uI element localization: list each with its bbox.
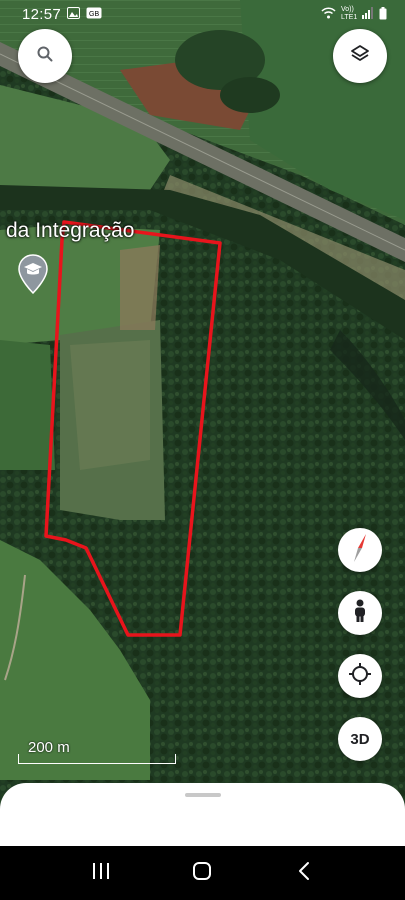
navigation-bar — [0, 846, 405, 900]
battery-icon — [379, 6, 387, 22]
back-button[interactable] — [284, 853, 324, 893]
layers-icon — [350, 44, 370, 69]
map-imagery — [0, 0, 405, 900]
satellite-map[interactable]: 12:57 GB Vo)) LTE1 da Integração 3D 200 … — [0, 0, 405, 900]
street-view-button[interactable] — [338, 591, 382, 635]
back-icon — [297, 861, 311, 886]
home-icon — [192, 861, 212, 886]
wifi-icon — [321, 7, 336, 21]
gallery-icon — [67, 6, 81, 22]
3d-button[interactable]: 3D — [338, 717, 382, 761]
compass-button[interactable] — [338, 528, 382, 572]
school-pin-icon — [18, 254, 48, 298]
notification-icon: GB — [86, 6, 102, 22]
search-button[interactable] — [18, 29, 72, 83]
bottom-sheet[interactable] — [0, 783, 405, 849]
status-time: 12:57 — [22, 5, 62, 23]
layers-button[interactable] — [333, 29, 387, 83]
compass-icon — [347, 533, 373, 568]
scale-line — [18, 754, 176, 764]
status-bar: 12:57 GB Vo)) LTE1 — [0, 0, 405, 28]
svg-text:GB: GB — [89, 11, 99, 18]
drag-handle[interactable] — [185, 793, 221, 797]
recent-apps-button[interactable] — [81, 853, 121, 893]
scale-bar: 200 m — [18, 738, 176, 764]
pegman-icon — [352, 599, 368, 628]
recent-apps-icon — [91, 862, 111, 885]
place-label[interactable]: da Integração — [6, 219, 134, 243]
network-label: Vo)) LTE1 — [341, 6, 358, 21]
home-button[interactable] — [182, 853, 222, 893]
school-pin[interactable] — [18, 254, 48, 299]
signal-icon — [362, 7, 374, 21]
my-location-icon — [348, 662, 372, 691]
3d-label: 3D — [350, 730, 370, 748]
my-location-button[interactable] — [338, 654, 382, 698]
search-icon — [36, 45, 54, 68]
